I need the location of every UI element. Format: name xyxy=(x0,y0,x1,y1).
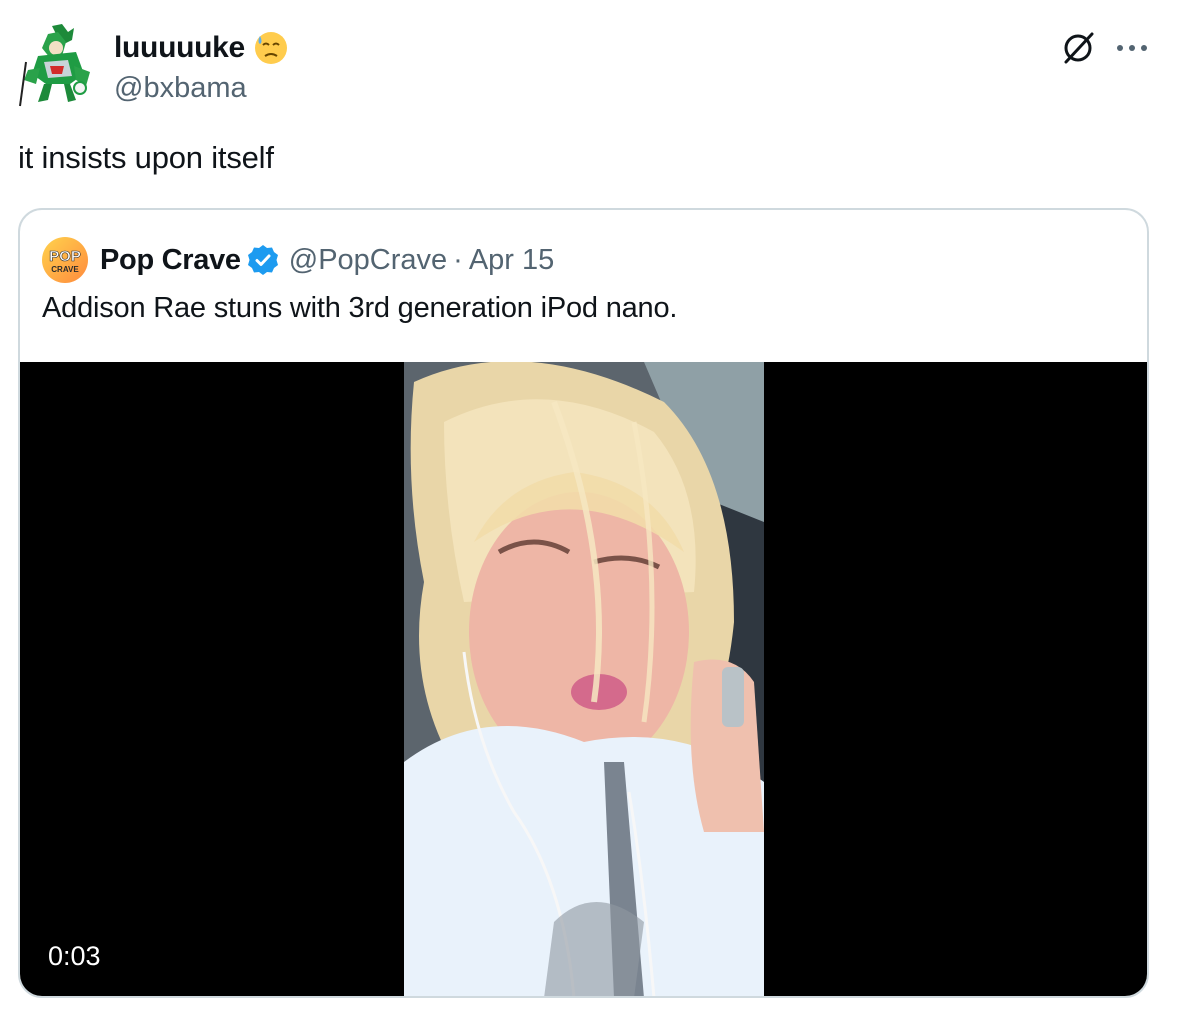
quoted-tweet-text: Addison Rae stuns with 3rd generation iP… xyxy=(42,292,678,324)
video-player[interactable]: 0:03 xyxy=(20,362,1147,996)
verified-badge-icon xyxy=(247,244,279,276)
tweet-card: luuuuuke @bxbama it insists upon itself … xyxy=(0,0,1194,1016)
author-name-row: luuuuuke xyxy=(114,28,289,68)
avatar-image xyxy=(19,24,90,107)
author-handle[interactable]: @bxbama xyxy=(114,72,289,105)
video-duration: 0:03 xyxy=(48,941,101,971)
more-options-icon[interactable] xyxy=(1112,30,1152,66)
avatar-logo-text-top: POP xyxy=(49,248,81,265)
avatar-logo-text-bottom: CRAVE xyxy=(51,265,79,274)
author-name[interactable]: luuuuuke xyxy=(114,31,245,65)
quoted-author-name[interactable]: Pop Crave xyxy=(100,244,241,277)
quoted-tweet-date[interactable]: Apr 15 xyxy=(469,244,554,277)
quoted-tweet-header: POP CRAVE Pop Crave @PopCrave · Apr 15 xyxy=(42,237,554,283)
separator-dot: · xyxy=(453,243,463,276)
tweet-text: it insists upon itself xyxy=(18,140,274,175)
quoted-author-avatar[interactable]: POP CRAVE xyxy=(42,237,88,283)
quoted-author-handle[interactable]: @PopCrave xyxy=(289,244,447,277)
video-frame-image xyxy=(404,362,764,996)
author-avatar[interactable] xyxy=(18,22,94,108)
grok-icon[interactable] xyxy=(1058,28,1098,68)
downcast-face-with-sweat-emoji-icon xyxy=(253,30,289,66)
author-block: luuuuuke @bxbama xyxy=(114,28,289,105)
video-thumbnail[interactable] xyxy=(404,362,764,996)
quoted-tweet[interactable]: POP CRAVE Pop Crave @PopCrave · Apr 15 A… xyxy=(18,208,1149,998)
